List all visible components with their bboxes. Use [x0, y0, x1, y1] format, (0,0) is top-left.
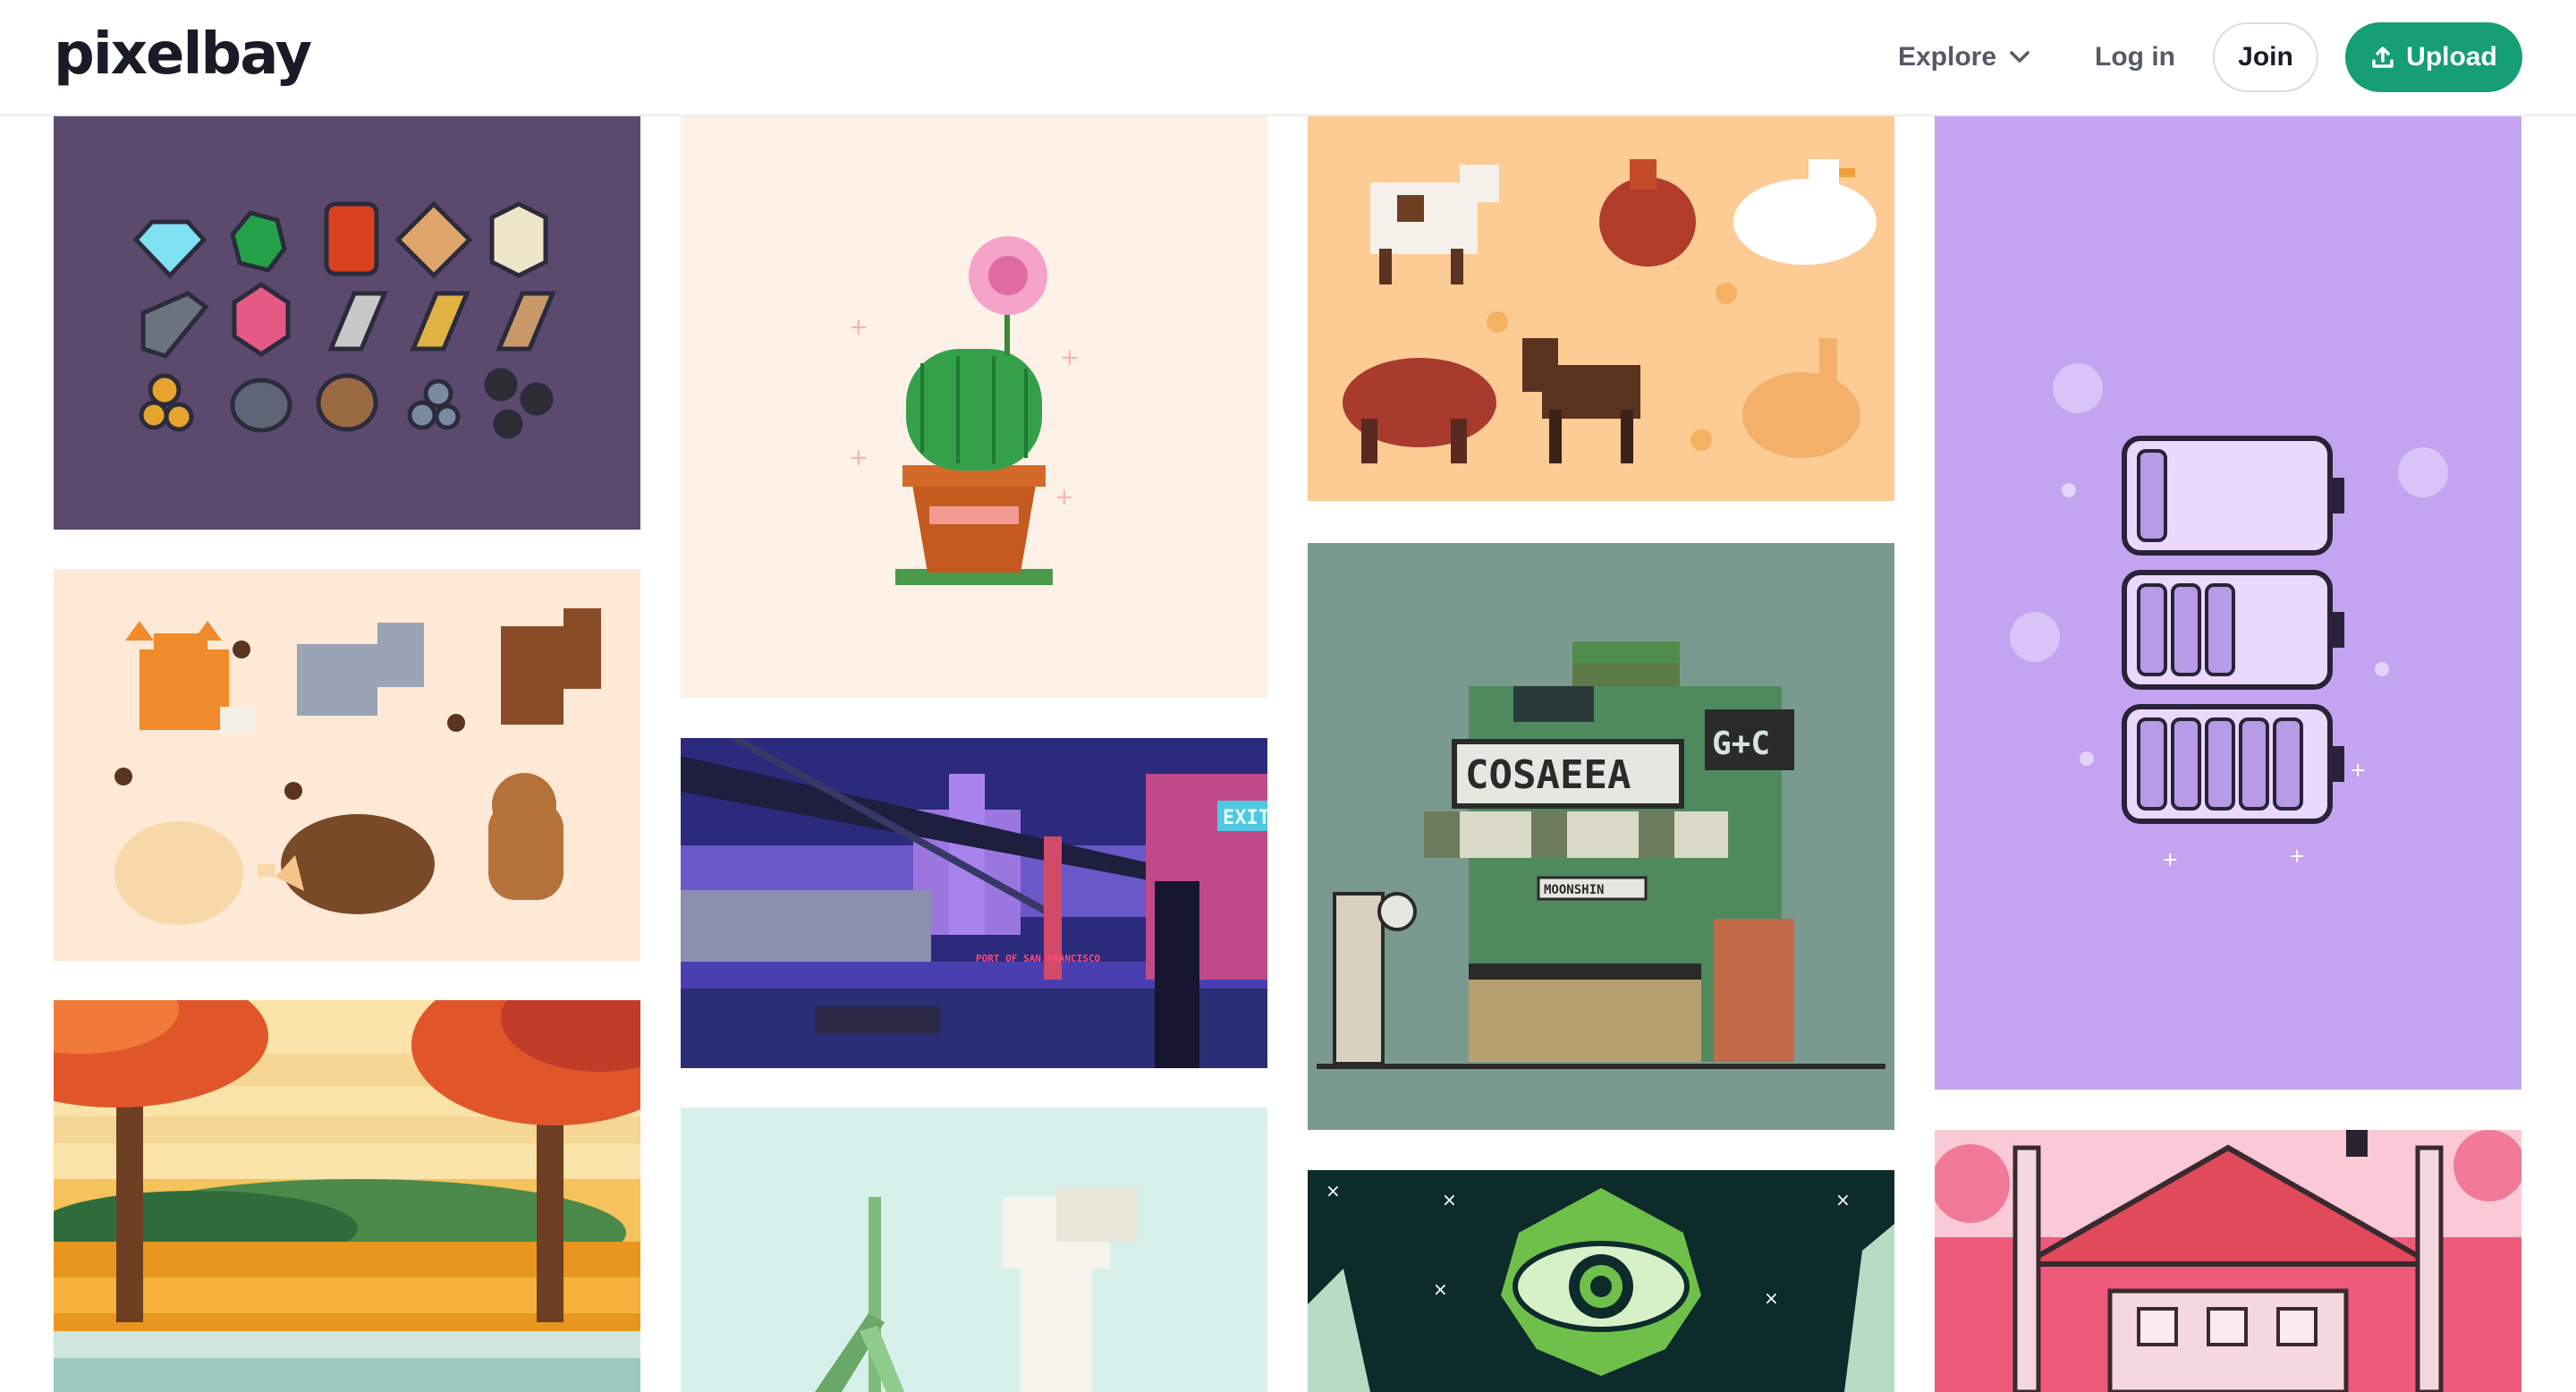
- svg-text:×: ×: [1442, 1189, 1457, 1210]
- upload-button[interactable]: Upload: [2345, 22, 2522, 92]
- svg-text:+: +: [1060, 344, 1080, 371]
- explore-menu[interactable]: Explore: [1898, 42, 2030, 72]
- svg-text:+: +: [2162, 849, 2178, 871]
- upload-label: Upload: [2406, 42, 2497, 72]
- shop-sign-text: COSAEEA: [1465, 752, 1631, 798]
- pixelbay-logo[interactable]: pixelbay: [54, 23, 312, 86]
- gallery-item-white-flower[interactable]: [681, 1108, 1267, 1392]
- shop-sign2-text: G+C: [1712, 726, 1770, 762]
- gallery-item-street-shop[interactable]: COSAEEA G+C MOONSHIN: [1308, 543, 1894, 1130]
- svg-text:×: ×: [1433, 1278, 1448, 1300]
- white-flower-artwork: [815, 1188, 1137, 1392]
- port-caption-text: PORT OF SAN FRANCISCO: [976, 953, 1100, 964]
- svg-text:+: +: [2289, 845, 2305, 868]
- explore-label: Explore: [1897, 42, 1997, 72]
- street-shop-artwork: COSAEEA G+C MOONSHIN: [1317, 641, 1885, 1069]
- top-bar: pixelbay Explore Log in Join Upload: [0, 0, 2576, 116]
- exit-sign-text: EXIT: [1223, 807, 1267, 829]
- gallery-item-autumn-landscape[interactable]: [54, 1000, 640, 1392]
- battery-levels-artwork: + + +: [2010, 363, 2448, 871]
- shop-label-text: MOONSHIN: [1544, 883, 1604, 897]
- city-bridge-artwork: EXIT PORT OF SAN FRANCISCO: [681, 738, 1267, 1068]
- svg-text:+: +: [2350, 760, 2366, 782]
- potted-cactus-artwork: + + + +: [849, 236, 1080, 585]
- svg-text:+: +: [1055, 484, 1074, 511]
- farm-animals-artwork: [1343, 159, 1877, 463]
- forest-animals-artwork: [114, 608, 601, 925]
- svg-text:×: ×: [1326, 1180, 1341, 1201]
- gallery-item-pink-house[interactable]: [1935, 1130, 2521, 1392]
- svg-text:×: ×: [1835, 1189, 1851, 1210]
- gallery-item-forest-animals[interactable]: [54, 569, 640, 961]
- gems-and-ores-artwork: [132, 200, 556, 439]
- chevron-down-icon: [2010, 51, 2029, 63]
- svg-text:×: ×: [1764, 1287, 1779, 1309]
- login-link[interactable]: Log in: [2095, 42, 2175, 72]
- gallery-item-battery-levels[interactable]: + + +: [1935, 115, 2521, 1090]
- pink-house-artwork: [1935, 1130, 2521, 1392]
- autumn-landscape-artwork: [54, 1000, 640, 1392]
- top-nav: Explore Log in Join Upload: [1898, 21, 2522, 93]
- gallery-item-gems[interactable]: [54, 115, 640, 530]
- join-button[interactable]: Join: [2213, 22, 2318, 92]
- gallery-item-farm-animals[interactable]: [1308, 115, 1894, 501]
- svg-text:+: +: [849, 314, 869, 341]
- gallery-item-city-bridge[interactable]: EXIT PORT OF SAN FRANCISCO: [681, 738, 1267, 1068]
- gallery-item-cosmic-eye[interactable]: × × × × ×: [1308, 1170, 1894, 1392]
- gallery-item-potted-cactus[interactable]: + + + +: [681, 115, 1267, 698]
- svg-text:+: +: [849, 445, 869, 471]
- cosmic-eye-artwork: × × × × ×: [1308, 1180, 1894, 1392]
- upload-icon: [2372, 47, 2394, 68]
